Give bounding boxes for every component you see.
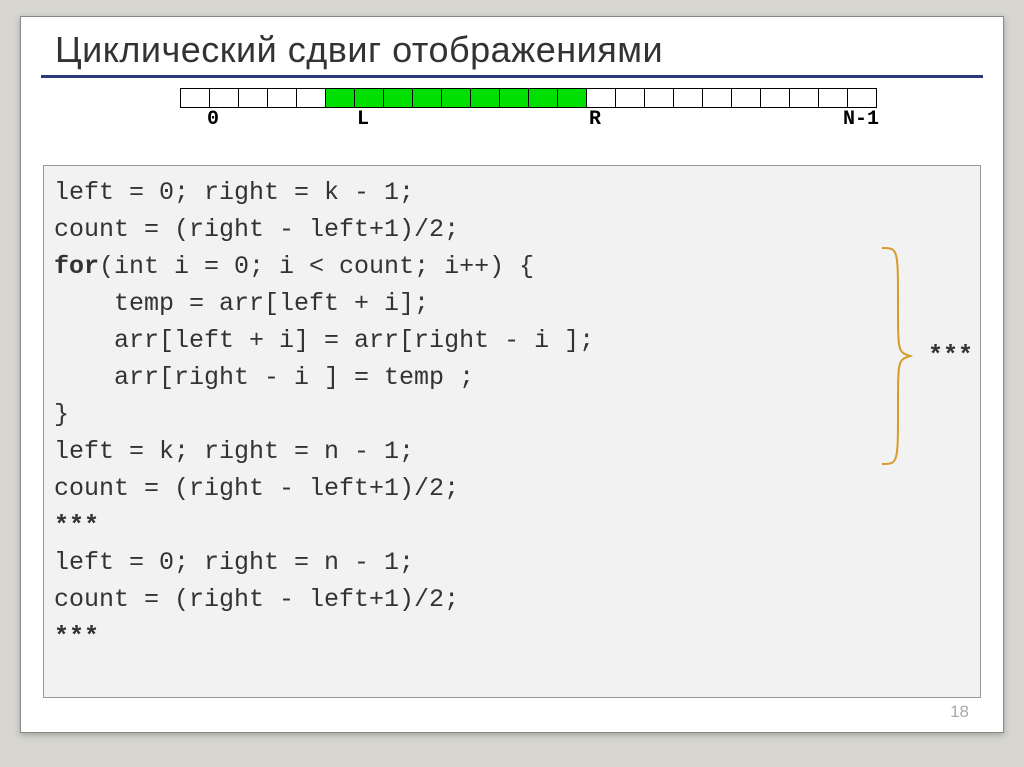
array-cell <box>731 88 761 108</box>
array-cell <box>354 88 384 108</box>
title-rule <box>41 75 983 78</box>
array-cell <box>267 88 297 108</box>
code-block: left = 0; right = k - 1; count = (right … <box>43 165 981 698</box>
label-zero: 0 <box>207 108 219 131</box>
code-text: left = 0; right = k - 1; count = (right … <box>54 174 970 655</box>
array-cell <box>702 88 732 108</box>
array-cell <box>180 88 210 108</box>
slide: Циклический сдвиг отображениями 0 L R N-… <box>20 16 1004 733</box>
label-R: R <box>589 108 601 131</box>
array-cell <box>673 88 703 108</box>
array-cell <box>760 88 790 108</box>
array-cell <box>238 88 268 108</box>
array-cell <box>557 88 587 108</box>
array-labels: 0 L R N-1 <box>181 108 1003 134</box>
array-cell <box>644 88 674 108</box>
array-cell <box>499 88 529 108</box>
array-cell <box>441 88 471 108</box>
label-L: L <box>357 108 369 131</box>
array-cell <box>528 88 558 108</box>
side-stars: *** <box>928 341 973 370</box>
array-diagram <box>181 88 1003 108</box>
brace-icon <box>878 244 914 468</box>
array-cell <box>847 88 877 108</box>
array-cell <box>383 88 413 108</box>
array-cell <box>818 88 848 108</box>
array-cell <box>470 88 500 108</box>
label-N-1: N-1 <box>843 108 879 131</box>
array-cell <box>615 88 645 108</box>
array-cell <box>412 88 442 108</box>
array-cell <box>325 88 355 108</box>
array-cell <box>789 88 819 108</box>
array-cell <box>296 88 326 108</box>
page-number: 18 <box>950 702 969 722</box>
array-cell <box>586 88 616 108</box>
slide-title: Циклический сдвиг отображениями <box>21 17 1003 75</box>
array-cell <box>209 88 239 108</box>
